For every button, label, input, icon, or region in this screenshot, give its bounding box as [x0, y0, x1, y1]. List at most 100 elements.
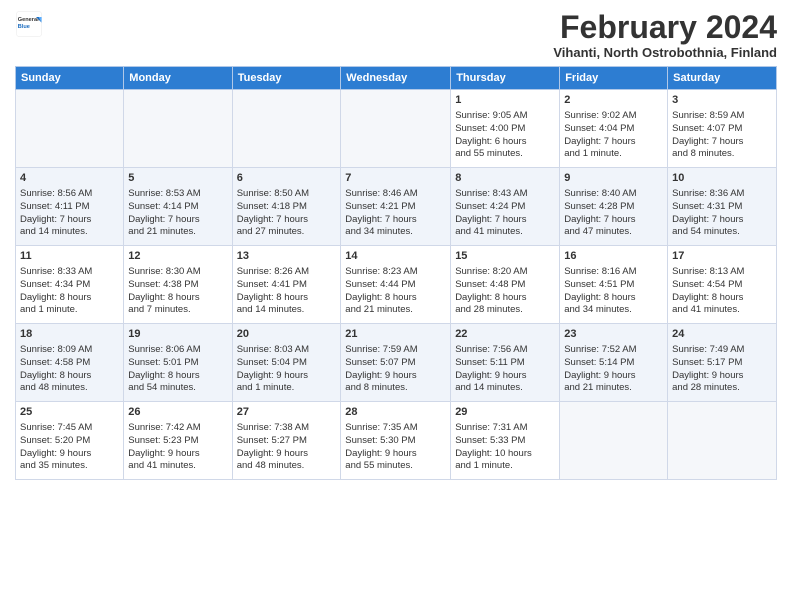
calendar-cell: 23Sunrise: 7:52 AMSunset: 5:14 PMDayligh…: [560, 324, 668, 402]
day-number: 13: [237, 249, 337, 264]
calendar-cell: 16Sunrise: 8:16 AMSunset: 4:51 PMDayligh…: [560, 246, 668, 324]
day-info: Daylight: 9 hours: [20, 448, 119, 461]
calendar-cell: 5Sunrise: 8:53 AMSunset: 4:14 PMDaylight…: [124, 168, 232, 246]
day-number: 24: [672, 327, 772, 342]
calendar-cell: 11Sunrise: 8:33 AMSunset: 4:34 PMDayligh…: [16, 246, 124, 324]
header-row: Sunday Monday Tuesday Wednesday Thursday…: [16, 67, 777, 90]
day-info: Sunrise: 8:36 AM: [672, 188, 772, 201]
day-info: Sunset: 5:20 PM: [20, 435, 119, 448]
day-number: 12: [128, 249, 227, 264]
day-number: 29: [455, 405, 555, 420]
day-info: Sunrise: 7:38 AM: [237, 422, 337, 435]
day-info: Sunset: 5:23 PM: [128, 435, 227, 448]
day-info: and 41 minutes.: [672, 304, 772, 317]
day-number: 2: [564, 93, 663, 108]
calendar-cell: 14Sunrise: 8:23 AMSunset: 4:44 PMDayligh…: [341, 246, 451, 324]
day-info: Sunset: 5:07 PM: [345, 357, 446, 370]
day-number: 3: [672, 93, 772, 108]
day-info: and 1 minute.: [455, 460, 555, 473]
day-info: Sunset: 4:24 PM: [455, 201, 555, 214]
day-info: Daylight: 9 hours: [128, 448, 227, 461]
calendar-cell: 1Sunrise: 9:05 AMSunset: 4:00 PMDaylight…: [451, 90, 560, 168]
calendar-cell: 19Sunrise: 8:06 AMSunset: 5:01 PMDayligh…: [124, 324, 232, 402]
day-number: 26: [128, 405, 227, 420]
day-info: and 27 minutes.: [237, 226, 337, 239]
day-info: Sunset: 4:31 PM: [672, 201, 772, 214]
day-info: and 48 minutes.: [20, 382, 119, 395]
day-info: Daylight: 8 hours: [564, 292, 663, 305]
logo-icon: General Blue: [15, 10, 43, 38]
day-number: 6: [237, 171, 337, 186]
day-info: Sunrise: 8:09 AM: [20, 344, 119, 357]
day-info: Sunset: 5:30 PM: [345, 435, 446, 448]
title-section: February 2024 Vihanti, North Ostrobothni…: [553, 10, 777, 60]
day-info: and 41 minutes.: [455, 226, 555, 239]
day-info: and 21 minutes.: [345, 304, 446, 317]
day-info: Daylight: 9 hours: [345, 370, 446, 383]
day-info: Daylight: 7 hours: [455, 214, 555, 227]
day-info: and 55 minutes.: [455, 148, 555, 161]
calendar-cell: 4Sunrise: 8:56 AMSunset: 4:11 PMDaylight…: [16, 168, 124, 246]
day-info: Sunset: 5:17 PM: [672, 357, 772, 370]
day-number: 11: [20, 249, 119, 264]
day-info: Sunrise: 8:46 AM: [345, 188, 446, 201]
day-info: Sunrise: 8:33 AM: [20, 266, 119, 279]
day-info: Sunrise: 8:53 AM: [128, 188, 227, 201]
day-number: 10: [672, 171, 772, 186]
day-info: Daylight: 7 hours: [672, 214, 772, 227]
day-info: and 1 minute.: [20, 304, 119, 317]
day-info: Daylight: 8 hours: [345, 292, 446, 305]
day-info: Sunset: 4:28 PM: [564, 201, 663, 214]
day-info: Sunrise: 9:02 AM: [564, 110, 663, 123]
calendar-cell: 20Sunrise: 8:03 AMSunset: 5:04 PMDayligh…: [232, 324, 341, 402]
day-info: Daylight: 7 hours: [237, 214, 337, 227]
calendar-cell: [668, 402, 777, 480]
day-info: and 35 minutes.: [20, 460, 119, 473]
day-info: Daylight: 9 hours: [237, 370, 337, 383]
day-number: 21: [345, 327, 446, 342]
day-info: Sunrise: 7:45 AM: [20, 422, 119, 435]
day-number: 15: [455, 249, 555, 264]
day-info: Sunrise: 7:35 AM: [345, 422, 446, 435]
day-info: Sunset: 5:14 PM: [564, 357, 663, 370]
day-info: Sunrise: 7:31 AM: [455, 422, 555, 435]
day-info: and 47 minutes.: [564, 226, 663, 239]
day-info: Sunset: 5:01 PM: [128, 357, 227, 370]
day-number: 8: [455, 171, 555, 186]
day-info: Daylight: 8 hours: [128, 370, 227, 383]
day-info: and 14 minutes.: [455, 382, 555, 395]
day-info: Sunrise: 9:05 AM: [455, 110, 555, 123]
day-info: Sunrise: 8:30 AM: [128, 266, 227, 279]
calendar-cell: [560, 402, 668, 480]
day-info: Daylight: 7 hours: [20, 214, 119, 227]
day-number: 23: [564, 327, 663, 342]
day-info: Daylight: 8 hours: [128, 292, 227, 305]
calendar-cell: 10 Sunrise: 8:36 AMSunset: 4:31 PMDayligh…: [668, 168, 777, 246]
day-info: Daylight: 7 hours: [128, 214, 227, 227]
calendar-cell: 24Sunrise: 7:49 AMSunset: 5:17 PMDayligh…: [668, 324, 777, 402]
col-tuesday: Tuesday: [232, 67, 341, 90]
day-info: Daylight: 8 hours: [20, 292, 119, 305]
day-info: and 55 minutes.: [345, 460, 446, 473]
day-info: Sunrise: 8:50 AM: [237, 188, 337, 201]
col-friday: Friday: [560, 67, 668, 90]
day-info: and 8 minutes.: [672, 148, 772, 161]
day-info: Sunrise: 8:06 AM: [128, 344, 227, 357]
day-info: Sunset: 4:51 PM: [564, 279, 663, 292]
calendar-cell: 21 Sunrise: 7:59 AMSunset: 5:07 PMDayligh…: [341, 324, 451, 402]
day-info: Daylight: 9 hours: [672, 370, 772, 383]
day-number: 27: [237, 405, 337, 420]
day-info: Daylight: 7 hours: [345, 214, 446, 227]
day-info: and 54 minutes.: [672, 226, 772, 239]
day-info: Sunset: 4:48 PM: [455, 279, 555, 292]
calendar-cell: 15Sunrise: 8:20 AMSunset: 4:48 PMDayligh…: [451, 246, 560, 324]
day-number: 28: [345, 405, 446, 420]
day-info: Daylight: 8 hours: [237, 292, 337, 305]
calendar-cell: [124, 90, 232, 168]
calendar-cell: 7Sunrise: 8:46 AMSunset: 4:21 PMDaylight…: [341, 168, 451, 246]
day-number: 22: [455, 327, 555, 342]
day-info: Sunrise: 8:03 AM: [237, 344, 337, 357]
day-info: Sunrise: 8:16 AM: [564, 266, 663, 279]
day-info: Sunrise: 7:59 AM: [345, 344, 446, 357]
day-info: Sunrise: 8:13 AM: [672, 266, 772, 279]
